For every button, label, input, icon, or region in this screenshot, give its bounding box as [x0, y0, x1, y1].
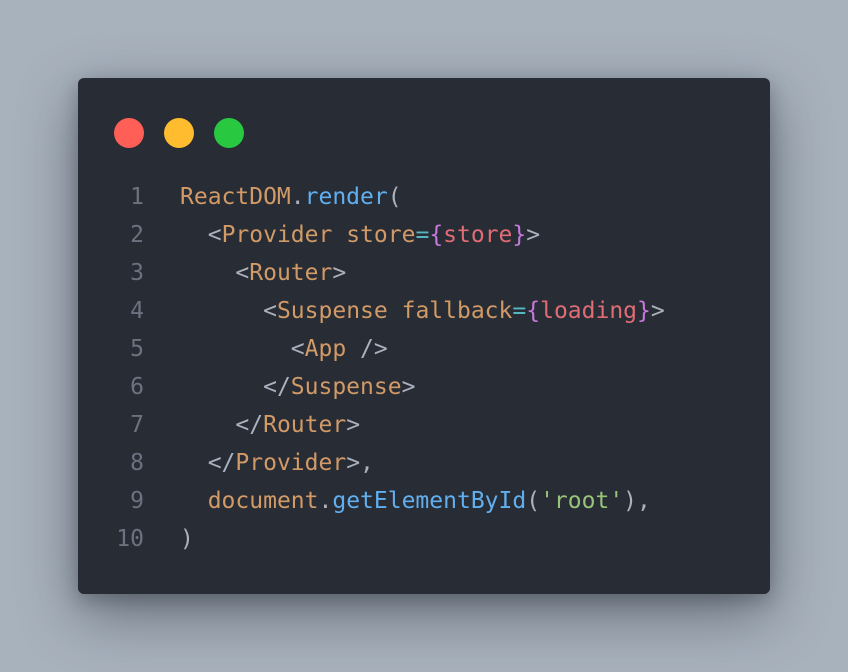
code-token: > [650, 298, 665, 324]
line-number: 5 [130, 336, 144, 362]
code-line: 9 document.getElementById('root'), [78, 482, 770, 520]
code-line: 5 <App /> [78, 330, 770, 368]
minimize-dot[interactable] [164, 118, 194, 148]
code-token: fallback [401, 298, 513, 324]
code-token: </ [263, 374, 291, 400]
code-token: ( [387, 184, 402, 210]
code-token: ), [623, 488, 651, 514]
code-token: < [263, 298, 277, 324]
code-line: 7 </Router> [78, 406, 770, 444]
code-line: 10) [78, 520, 770, 558]
code-token: > [401, 374, 416, 400]
line-number: 2 [130, 222, 144, 248]
code-block: 1 ReactDOM.render(2 <Provider store={stor… [78, 178, 770, 558]
code-token: </ [235, 412, 264, 438]
code-line: 8 </Provider>, [78, 444, 770, 482]
code-token: { [429, 222, 444, 248]
line-number: 1 [130, 184, 144, 210]
close-dot[interactable] [114, 118, 144, 148]
code-token: /> [346, 336, 388, 362]
code-token: ( [526, 488, 541, 514]
code-line: 6 </Suspense> [78, 368, 770, 406]
code-token: Suspense [290, 374, 402, 400]
code-token: ) [180, 526, 194, 552]
line-number: 9 [130, 488, 144, 514]
code-token: render [304, 184, 388, 210]
code-content: <Provider store={store}> [180, 216, 540, 254]
code-token: < [290, 336, 305, 362]
line-number: 7 [130, 412, 144, 438]
code-content: <App /> [180, 330, 388, 368]
code-content: ReactDOM.render( [180, 178, 402, 216]
code-content: ) [180, 520, 194, 558]
code-token: Router [249, 260, 333, 286]
code-content: </Router> [180, 406, 360, 444]
code-line: 2 <Provider store={store}> [78, 216, 770, 254]
code-token: = [415, 222, 430, 248]
code-content: </Suspense> [180, 368, 415, 406]
code-token: >, [346, 450, 374, 476]
code-token: 'root' [540, 488, 624, 514]
code-token: < [207, 222, 222, 248]
code-token: } [512, 222, 527, 248]
code-token: < [235, 260, 250, 286]
line-number: 3 [130, 260, 144, 286]
code-token: > [332, 260, 347, 286]
code-token: store [346, 222, 416, 248]
code-token: Provider [235, 450, 347, 476]
code-token: = [512, 298, 527, 324]
code-line: 1 ReactDOM.render( [78, 178, 770, 216]
code-token: getElementById [332, 488, 527, 514]
code-token: } [637, 298, 651, 324]
code-content: document.getElementById('root'), [180, 482, 651, 520]
code-token: Provider [221, 222, 333, 248]
code-token: Router [263, 412, 347, 438]
code-token: loading [540, 298, 638, 324]
code-line: 3 <Router> [78, 254, 770, 292]
code-token: { [526, 298, 541, 324]
code-token: > [346, 412, 361, 438]
maximize-dot[interactable] [214, 118, 244, 148]
line-number: 6 [130, 374, 144, 400]
code-token: </ [207, 450, 236, 476]
code-content: <Router> [180, 254, 346, 292]
line-number: 10 [116, 526, 144, 552]
line-number: 8 [130, 450, 144, 476]
code-token: document [207, 488, 319, 514]
code-window: 1 ReactDOM.render(2 <Provider store={stor… [78, 78, 770, 594]
code-token: . [318, 488, 333, 514]
code-token: Suspense [276, 298, 388, 324]
code-token: ReactDOM [180, 184, 291, 210]
code-token: > [526, 222, 541, 248]
line-number: 4 [130, 298, 144, 324]
code-token: store [443, 222, 513, 248]
code-token: . [290, 184, 305, 210]
code-content: </Provider>, [180, 444, 374, 482]
code-line: 4 <Suspense fallback={loading}> [78, 292, 770, 330]
code-token: App [304, 336, 347, 362]
code-content: <Suspense fallback={loading}> [180, 292, 665, 330]
